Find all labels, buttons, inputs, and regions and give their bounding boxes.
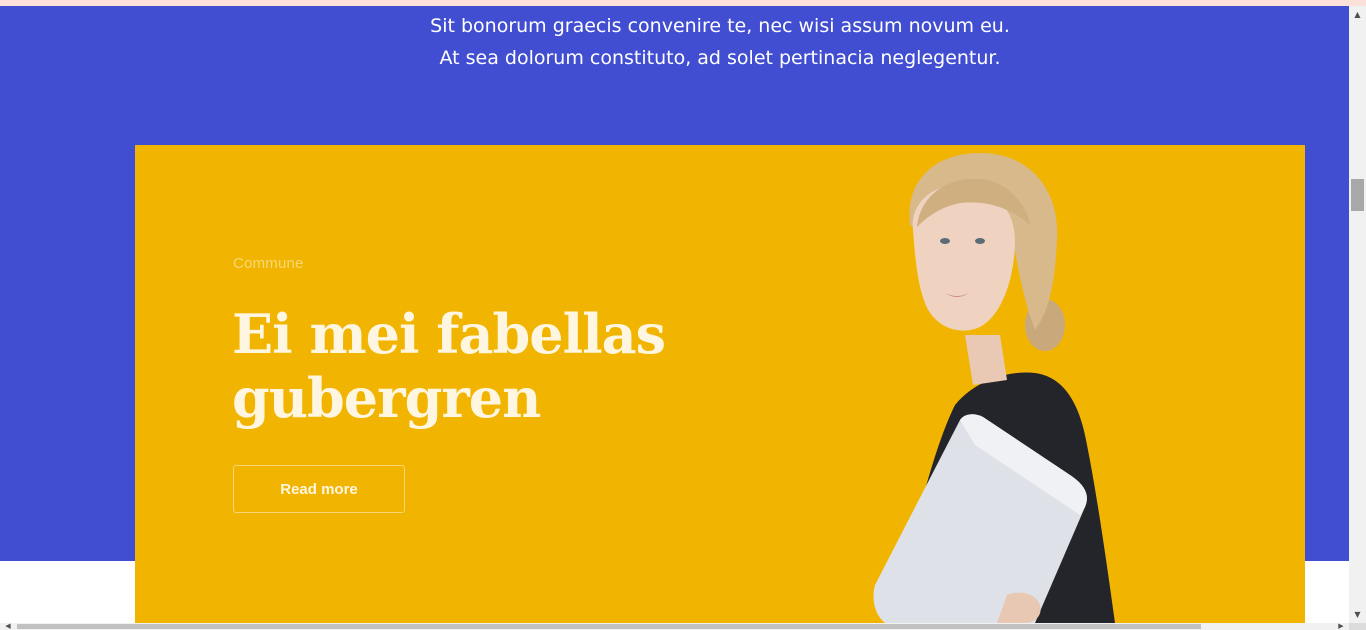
- scroll-left-icon[interactable]: ◀: [2, 621, 14, 630]
- scroll-down-icon[interactable]: ▼: [1349, 606, 1366, 623]
- scrollbar-corner: [1349, 623, 1366, 630]
- intro-line-1: Sit bonorum graecis convenire te, nec wi…: [430, 15, 1010, 37]
- scroll-up-icon[interactable]: ▲: [1349, 6, 1366, 23]
- woman-figure: [873, 153, 1115, 623]
- scroll-right-icon[interactable]: ▶: [1335, 621, 1347, 630]
- hero-headline: Ei mei fabellas gubergren: [232, 302, 692, 430]
- horizontal-scrollbar-thumb[interactable]: [17, 624, 1201, 629]
- hero-headline-line-2: gubergren: [232, 366, 541, 430]
- horizontal-scrollbar[interactable]: ◀ ▶: [0, 621, 1349, 630]
- hero-image: [873, 153, 1115, 623]
- hero-card: Commune Ei mei fabellas gubergren Read m…: [135, 145, 1305, 623]
- intro-text: Sit bonorum graecis convenire te, nec wi…: [0, 10, 1366, 74]
- hero-headline-line-1: Ei mei fabellas: [232, 302, 666, 366]
- read-more-button[interactable]: Read more: [233, 465, 405, 513]
- hero-eyebrow: Commune: [233, 255, 304, 272]
- vertical-scrollbar-thumb[interactable]: [1351, 179, 1364, 211]
- vertical-scrollbar[interactable]: ▲ ▼: [1349, 6, 1366, 623]
- page: Sit bonorum graecis convenire te, nec wi…: [0, 0, 1366, 630]
- intro-line-2: At sea dolorum constituto, ad solet pert…: [439, 47, 1001, 69]
